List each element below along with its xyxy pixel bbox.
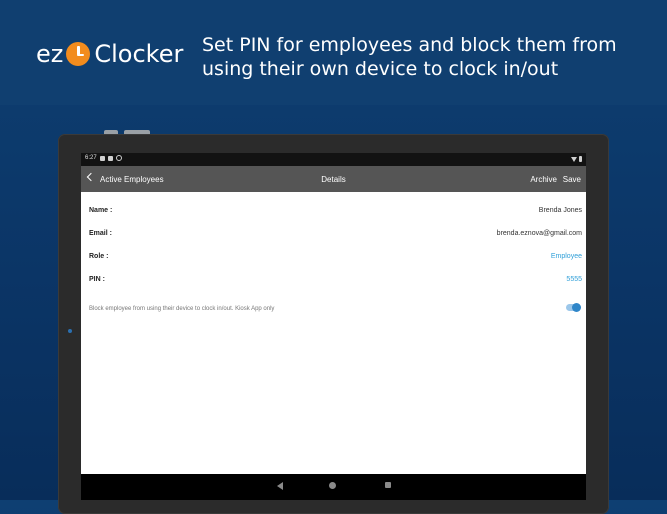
promo-headline: Set PIN for employees and block them fro… bbox=[202, 33, 652, 81]
pin-row[interactable]: PIN : 5555 bbox=[81, 272, 586, 288]
notification-icon bbox=[99, 155, 105, 161]
kiosk-block-description: Block employee from using their device t… bbox=[89, 306, 275, 312]
archive-button[interactable]: Archive bbox=[530, 175, 557, 184]
role-selector[interactable]: Employee bbox=[551, 253, 582, 260]
email-row: Email : brenda.eznova@gmail.com bbox=[81, 226, 586, 242]
status-right bbox=[571, 156, 582, 162]
status-left: 6:27 bbox=[85, 155, 122, 161]
email-label: Email : bbox=[89, 230, 112, 237]
battery-icon bbox=[579, 156, 582, 162]
wifi-icon bbox=[571, 156, 577, 162]
name-row: Name : Brenda Jones bbox=[81, 203, 586, 219]
kiosk-block-toggle[interactable] bbox=[566, 303, 581, 312]
email-value: brenda.eznova@gmail.com bbox=[496, 230, 582, 237]
save-button[interactable]: Save bbox=[563, 175, 581, 184]
promo-banner: ez Clocker Set PIN for employees and blo… bbox=[0, 0, 667, 105]
name-label: Name : bbox=[89, 207, 113, 214]
sync-icon bbox=[115, 155, 122, 161]
role-label: Role : bbox=[89, 253, 109, 260]
pin-value[interactable]: 5555 bbox=[566, 276, 582, 283]
page-title: Details bbox=[321, 175, 346, 184]
nav-back-icon[interactable] bbox=[277, 482, 283, 490]
clock-icon bbox=[66, 42, 91, 66]
role-row[interactable]: Role : Employee bbox=[81, 249, 586, 265]
headline-line-2: using their own device to clock in/out bbox=[202, 58, 559, 80]
nav-recents-icon[interactable] bbox=[385, 482, 391, 488]
ezclocker-logo: ez Clocker bbox=[36, 38, 183, 70]
camera-dot bbox=[68, 329, 72, 333]
headline-line-1: Set PIN for employees and block them fro… bbox=[202, 34, 617, 56]
status-time: 6:27 bbox=[85, 155, 97, 161]
nav-home-icon[interactable] bbox=[329, 482, 336, 489]
tablet-screen: 6:27 Active Employees Details Archive Sa… bbox=[81, 153, 586, 500]
pin-label: PIN : bbox=[89, 276, 105, 283]
system-nav-bar bbox=[81, 474, 586, 500]
logo-prefix: ez bbox=[36, 40, 64, 68]
status-bar: 6:27 bbox=[81, 153, 586, 166]
name-value: Brenda Jones bbox=[538, 207, 582, 214]
app-bar: Active Employees Details Archive Save bbox=[81, 166, 586, 192]
logo-suffix: Clocker bbox=[94, 40, 184, 68]
lock-icon bbox=[107, 155, 113, 161]
